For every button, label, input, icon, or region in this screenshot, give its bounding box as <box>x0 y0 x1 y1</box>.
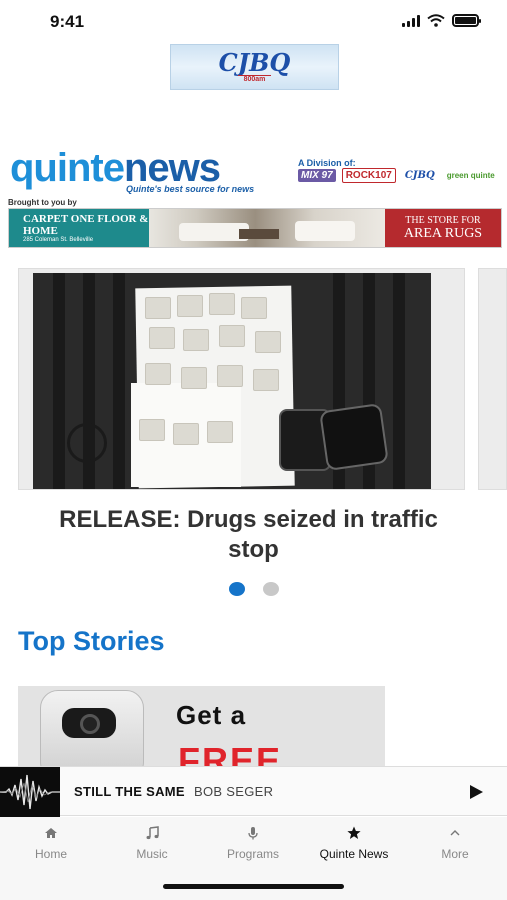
album-art <box>0 767 60 817</box>
ad-room-image <box>149 209 385 247</box>
carousel-page-indicator <box>0 582 507 596</box>
ad-area-rugs-line1: THE STORE FOR <box>405 214 481 226</box>
home-icon <box>1 825 101 845</box>
quinte-news-header: quintenews Quinte's best source for news… <box>8 148 500 198</box>
battery-icon <box>452 14 481 27</box>
logo-part-quinte: quinte <box>10 146 125 190</box>
top-stories-heading: Top Stories <box>18 626 165 656</box>
station-mix97: MIX 97 <box>298 169 336 182</box>
tab-music-label: Music <box>136 847 168 861</box>
headline-line-1: RELEASE: Drugs seized in traffic <box>59 506 438 533</box>
ad-carpet-one-title: CARPET ONE FLOOR & HOME <box>23 213 149 237</box>
tab-programs-label: Programs <box>226 847 279 861</box>
station-logos: MIX 97 ROCK107 CJBQ green quinte <box>298 168 498 183</box>
tab-quinte-news-label: Quinte News <box>319 847 389 861</box>
ad-area-rugs: THE STORE FOR AREA RUGS <box>385 209 501 247</box>
headline-line-2: stop <box>228 536 279 563</box>
play-button[interactable] <box>466 782 486 802</box>
tab-programs[interactable]: Programs <box>203 825 303 861</box>
status-icons <box>402 14 481 27</box>
cjbq-logo-text: CJBQ <box>218 47 291 77</box>
now-playing-bar[interactable]: STILL THE SAME BOB SEGER <box>0 766 507 817</box>
news-carousel[interactable] <box>0 268 507 498</box>
carousel-headline[interactable]: RELEASE: Drugs seized in traffic stop <box>0 505 507 565</box>
chevron-up-icon <box>405 825 505 845</box>
page-dot-2[interactable] <box>262 582 279 596</box>
tab-home-label: Home <box>34 847 67 861</box>
slide-photo <box>33 273 431 489</box>
promo-text-get-a: Get a <box>176 700 247 730</box>
cjbq-logo[interactable]: CJBQ 800am <box>170 44 339 90</box>
ad-carpet-one: CARPET ONE FLOOR & HOME 285 Coleman St. … <box>9 209 149 247</box>
top-story-card[interactable]: Get a FREE <box>18 686 385 770</box>
quinte-news-logo: quintenews <box>10 146 221 190</box>
station-rock107: ROCK107 <box>341 168 396 183</box>
cellular-signal-icon <box>402 14 420 27</box>
status-time: 9:41 <box>50 12 85 31</box>
cjbq-logo-sub: 800am <box>237 74 272 84</box>
status-bar: 9:41 <box>0 0 507 46</box>
tab-more-label: More <box>441 847 469 861</box>
division-label: A Division of: <box>298 158 356 168</box>
ad-area-rugs-line2: AREA RUGS <box>403 225 483 241</box>
track-title: STILL THE SAME <box>74 784 185 799</box>
star-icon <box>304 825 404 845</box>
station-cjbq: CJBQ <box>404 170 435 181</box>
wifi-icon <box>427 14 445 27</box>
carousel-next-slide[interactable] <box>478 268 507 490</box>
music-note-icon <box>102 825 202 845</box>
sound-wave-icon <box>0 774 60 810</box>
home-indicator <box>163 884 344 889</box>
microphone-icon <box>203 825 303 845</box>
carousel-slide[interactable] <box>18 268 465 490</box>
ad-carpet-one-address: 285 Coleman St. Belleville <box>23 237 94 243</box>
ad-banner[interactable]: CARPET ONE FLOOR & HOME 285 Coleman St. … <box>8 208 502 248</box>
tab-music[interactable]: Music <box>102 825 202 861</box>
station-green-quinte: green quinte <box>446 171 495 180</box>
brought-by-label: Brought to you by <box>8 198 77 207</box>
page-dot-1[interactable] <box>228 582 245 596</box>
tab-quinte-news[interactable]: Quinte News <box>304 825 404 861</box>
track-artist: BOB SEGER <box>194 784 274 799</box>
tab-more[interactable]: More <box>405 825 505 861</box>
logo-tagline: Quinte's best source for news <box>126 184 255 194</box>
tab-home[interactable]: Home <box>1 825 101 861</box>
